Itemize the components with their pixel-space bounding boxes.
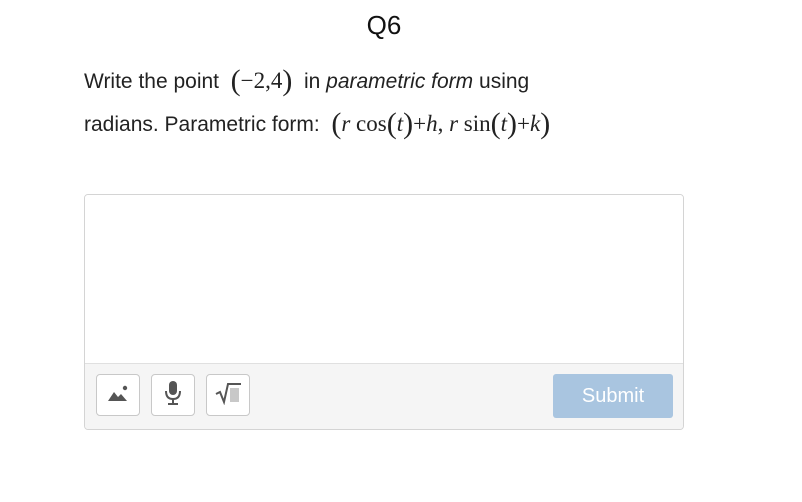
microphone-icon [163, 380, 183, 411]
parametric-formula: (r cos(t)+h, r sin(t)+k) [331, 107, 551, 140]
submit-button[interactable]: Submit [553, 374, 673, 418]
question-line-1: Write the point (−2,4) in parametric for… [84, 60, 724, 103]
question-line2-prefix: radians. Parametric form: [84, 113, 320, 136]
question-line1-suffix: using [479, 70, 530, 93]
square-root-icon [214, 381, 242, 410]
answer-toolbar: Submit [85, 363, 683, 429]
answer-input[interactable] [85, 195, 683, 363]
insert-math-button[interactable] [206, 374, 250, 416]
answer-box: Submit [84, 194, 684, 430]
question-line-2: radians. Parametric form: (r cos(t)+h, r… [84, 103, 724, 146]
question-line1-prefix: Write the point [84, 70, 220, 93]
question-page: Q6 Write the point (−2,4) in parametric … [0, 0, 802, 502]
record-audio-button[interactable] [151, 374, 195, 416]
insert-image-button[interactable] [96, 374, 140, 416]
question-text: Write the point (−2,4) in parametric for… [84, 60, 724, 146]
image-icon [106, 383, 130, 408]
question-line1-mid: in [303, 70, 321, 93]
question-line1-emphasis: parametric form [326, 70, 474, 93]
question-title: Q6 [366, 10, 402, 40]
point-expression: (−2,4) [230, 64, 293, 97]
